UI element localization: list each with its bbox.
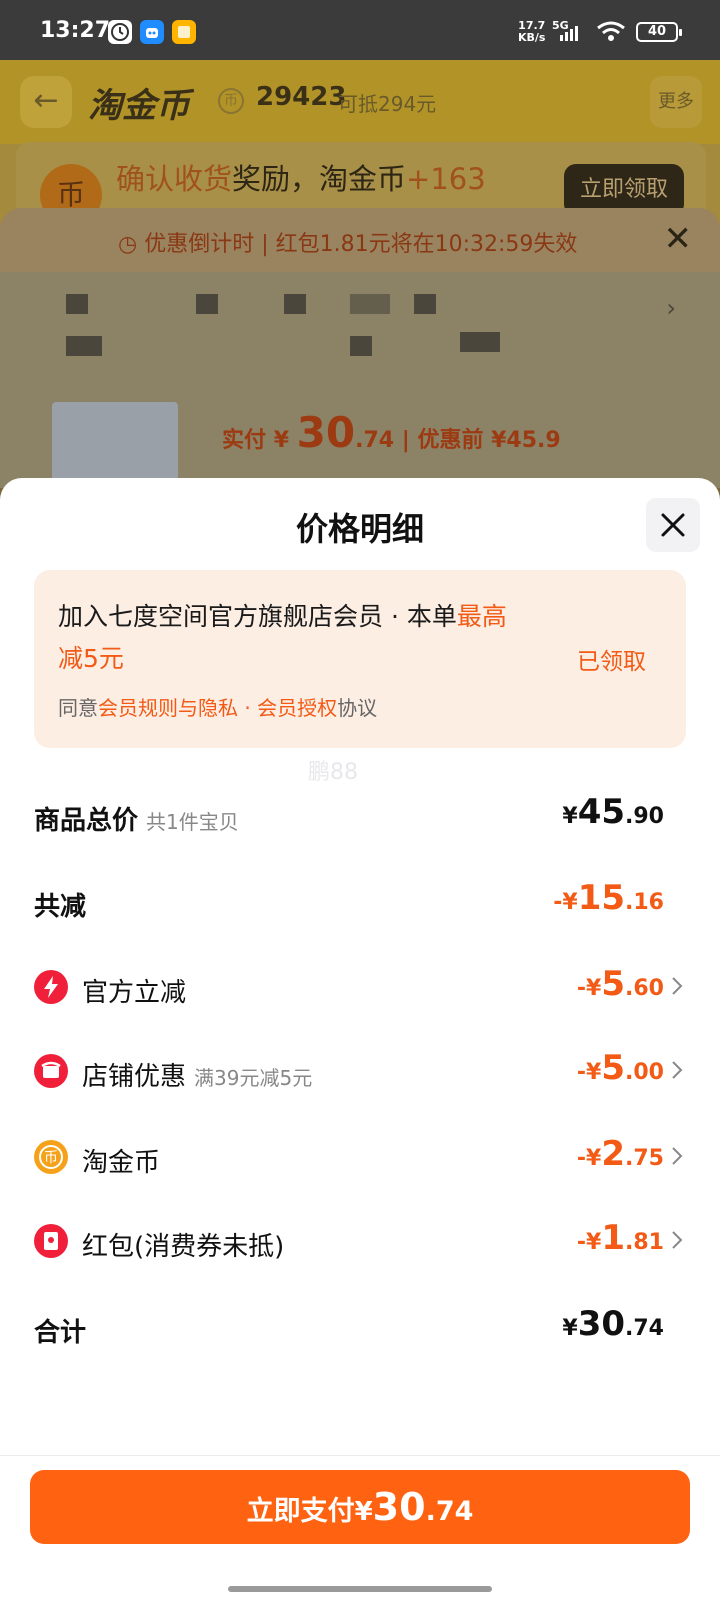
order-card: ◷ 优惠倒计时 | 红包1.81元将在10:32:59失效 ✕ › 实付 ¥ 3… — [0, 208, 720, 488]
pay-now-button[interactable]: 立即支付¥30.74 — [30, 1470, 690, 1544]
chevron-right-icon — [672, 1061, 683, 1079]
chevron-right-icon — [672, 977, 683, 995]
close-button[interactable] — [646, 498, 700, 552]
red-packet-icon — [34, 1224, 68, 1258]
more-button[interactable]: 更多 — [650, 76, 702, 128]
sheet-title: 价格明细 — [295, 510, 424, 548]
chevron-right-icon — [672, 1231, 683, 1249]
watermark: 鹏88 — [308, 760, 358, 785]
row-note: 共1件宝贝 — [146, 810, 239, 834]
price-detail-sheet: 价格明细 加入七度空间官方旗舰店会员 · 本单最高减5元 已领取 同意会员规则与… — [0, 478, 720, 1600]
row-label: 红包(消费券未抵) — [82, 1232, 285, 1262]
reward-text: 确认收货奖励，淘金币+163 — [116, 162, 486, 196]
clock-icon: ◷ — [118, 232, 145, 257]
battery-icon: 40 — [636, 22, 682, 42]
row-amount: -¥1.81 — [576, 1218, 664, 1258]
background-page: ← 淘金币 币 29423 可抵294元 更多 币 确认收货奖励，淘金币+163… — [0, 60, 720, 488]
back-arrow-icon[interactable]: ← — [20, 76, 72, 128]
signal-icon — [560, 26, 578, 41]
row-label: 商品总价 — [34, 806, 139, 836]
status-bar: 13:27 17.7 KB/s 5G 40 — [0, 0, 720, 60]
promo-status: 已领取 — [577, 649, 646, 675]
row-label: 淘金币 — [82, 1148, 161, 1178]
shop-icon — [34, 1054, 68, 1088]
paid-price: 实付 ¥ 30.74 | 优惠前 ¥45.9 — [222, 408, 561, 457]
coin-icon: 币 — [218, 88, 244, 114]
row-amount: -¥5.00 — [576, 1048, 664, 1088]
net-speed: 17.7 KB/s — [518, 19, 546, 44]
row-amount: ¥30.74 — [562, 1304, 664, 1344]
row-tao-coins[interactable]: 币 淘金币 -¥2.75 — [34, 1134, 683, 1182]
row-label: 共减 — [34, 892, 87, 922]
page-header: ← 淘金币 币 29423 可抵294元 更多 — [0, 60, 720, 144]
svg-text:币: 币 — [44, 1150, 58, 1166]
row-label: 合计 — [34, 1318, 87, 1348]
row-red-packet[interactable]: 红包(消费券未抵) -¥1.81 — [34, 1218, 683, 1266]
row-shop-discount[interactable]: 店铺优惠 满39元减5元 -¥5.00 — [34, 1048, 683, 1096]
row-note: 满39元减5元 — [194, 1066, 313, 1090]
agreement-link[interactable]: 会员规则与隐私 · 会员授权 — [98, 696, 337, 720]
clock-app-icon — [108, 20, 132, 44]
row-official-discount[interactable]: 官方立减 -¥5.60 — [34, 964, 683, 1012]
row-amount: -¥5.60 — [576, 964, 664, 1004]
row-grand-total: 合计 ¥30.74 — [34, 1304, 664, 1352]
wifi-icon — [596, 20, 626, 46]
product-thumbnail — [52, 402, 178, 488]
row-label: 店铺优惠 — [82, 1062, 187, 1092]
row-amount: ¥45.90 — [562, 792, 664, 832]
chevron-right-icon[interactable]: › — [666, 294, 676, 322]
countdown-text: 红包1.81元将在10:32:59失效 — [275, 232, 578, 257]
coin-deduct-text: 可抵294元 — [338, 92, 437, 116]
row-total-discount: 共减 -¥15.16 — [34, 878, 664, 926]
promo-agreement: 同意会员规则与隐私 · 会员授权协议 — [58, 696, 378, 720]
promo-text: 加入七度空间官方旗舰店会员 · 本单最高减5元 — [58, 602, 507, 673]
coin-count: 29423 — [256, 82, 347, 112]
status-time: 13:27 — [40, 18, 111, 43]
divider — [0, 1455, 720, 1456]
notes-app-icon — [172, 20, 196, 44]
countdown-bar: ◷ 优惠倒计时 | 红包1.81元将在10:32:59失效 ✕ — [0, 208, 720, 272]
close-icon[interactable]: ✕ — [664, 222, 693, 256]
lightning-icon — [34, 970, 68, 1004]
robot-app-icon — [140, 20, 164, 44]
page-title: 淘金币 — [88, 86, 190, 126]
coin-icon: 币 — [34, 1140, 68, 1174]
home-indicator[interactable] — [228, 1586, 492, 1592]
chevron-right-icon — [672, 1147, 683, 1165]
member-promo-card: 加入七度空间官方旗舰店会员 · 本单最高减5元 已领取 同意会员规则与隐私 · … — [34, 570, 686, 748]
close-icon — [661, 513, 685, 537]
row-total-price: 商品总价 共1件宝贝 ¥45.90 — [34, 792, 664, 840]
countdown-label: 优惠倒计时 — [144, 232, 255, 257]
row-label: 官方立减 — [82, 978, 187, 1008]
row-amount: -¥2.75 — [576, 1134, 664, 1174]
row-amount: -¥15.16 — [553, 878, 664, 918]
